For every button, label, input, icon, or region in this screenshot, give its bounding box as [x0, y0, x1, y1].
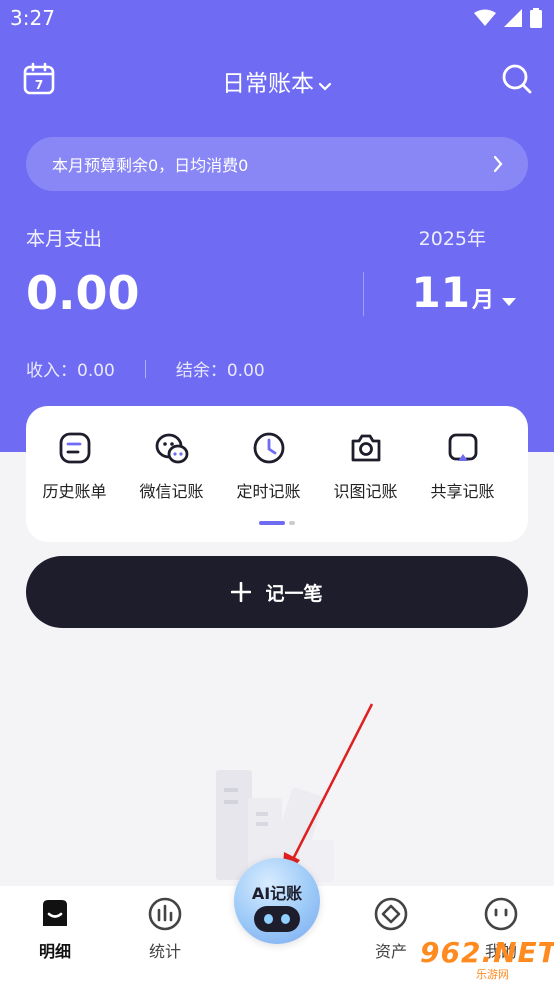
month-number: 11	[411, 268, 470, 317]
tab-label: 明细	[38, 942, 71, 961]
year-label: 2025年	[418, 228, 486, 250]
balance-text: 结余：0.00	[175, 361, 265, 381]
system-icons	[474, 8, 542, 28]
tab-label: 资产	[374, 942, 407, 961]
expense-label: 本月支出	[26, 228, 103, 250]
page-dot	[289, 521, 295, 525]
month-unit: 月	[471, 288, 494, 313]
robot-eye	[264, 914, 273, 924]
summary-divider	[363, 272, 364, 316]
signal-icon	[504, 9, 522, 27]
plus-icon	[231, 582, 252, 602]
tab-label: 统计	[148, 942, 181, 961]
page-indicator	[259, 521, 295, 525]
income-text: 收入：0.00	[26, 361, 115, 381]
ai-bookkeeping-button[interactable]: AI记账	[234, 858, 320, 944]
robot-eye	[281, 914, 290, 924]
chevron-down-icon	[318, 72, 332, 98]
quick-action-wechat[interactable]: 微信记账	[123, 430, 220, 502]
detail-icon	[43, 900, 67, 926]
quick-action-image[interactable]: 识图记账	[317, 430, 414, 502]
profile-icon	[484, 897, 518, 931]
quick-action-label: 识图记账	[333, 482, 398, 501]
clock-icon	[253, 432, 284, 464]
ai-button-label: AI记账	[251, 884, 303, 903]
robot-face-icon	[254, 906, 300, 932]
camera-icon	[351, 434, 380, 462]
wechat-icon	[155, 433, 188, 464]
search-icon	[502, 64, 532, 94]
watermark-sub: 乐游网	[476, 968, 509, 981]
chevron-right-icon	[493, 155, 503, 173]
expense-amount: 0.00	[26, 266, 140, 320]
dropdown-triangle-icon	[502, 298, 516, 306]
status-time: 3:27	[10, 6, 55, 30]
quick-action-label: 定时记账	[236, 482, 301, 501]
share-icon	[448, 433, 477, 461]
quick-action-label: 微信记账	[139, 482, 204, 501]
income-separator	[144, 359, 146, 378]
watermark: 962.NET 乐游网	[408, 936, 554, 981]
wifi-icon	[474, 9, 496, 26]
quick-action-label: 历史账单	[42, 482, 107, 501]
month-selector[interactable]: 11 月	[412, 268, 516, 317]
status-bar: 3:27	[0, 0, 554, 40]
quick-actions-card: 历史账单 微信记账 定时记账 识图记账 共享记账	[26, 406, 528, 542]
quick-action-label: 共享记账	[430, 482, 495, 501]
quick-action-history[interactable]: 历史账单	[26, 430, 123, 502]
quick-action-scheduled[interactable]: 定时记账	[220, 430, 317, 502]
assets-icon	[374, 897, 408, 931]
tab-detail[interactable]: 明细	[15, 896, 95, 962]
ledger-selector[interactable]: 日常账本	[0, 64, 554, 98]
watermark-brand: 962.NET	[420, 936, 554, 969]
budget-banner[interactable]: 本月预算剩余0，日均消费0	[26, 137, 528, 191]
search-button[interactable]	[500, 62, 534, 96]
battery-icon	[530, 8, 542, 28]
quick-action-share[interactable]: 共享记账	[414, 430, 511, 502]
app-header: 7 日常账本	[0, 58, 554, 102]
history-bill-icon	[59, 432, 90, 464]
add-record-button[interactable]: 记一笔	[26, 556, 528, 628]
add-record-label: 记一笔	[265, 582, 323, 605]
tab-stats[interactable]: 统计	[125, 896, 205, 962]
ledger-title: 日常账本	[222, 71, 314, 97]
page-dot-active	[259, 521, 285, 525]
stats-icon	[148, 897, 182, 931]
budget-text: 本月预算剩余0，日均消费0	[52, 156, 249, 175]
income-balance-row: 收入：0.00 结余：0.00	[26, 356, 265, 381]
